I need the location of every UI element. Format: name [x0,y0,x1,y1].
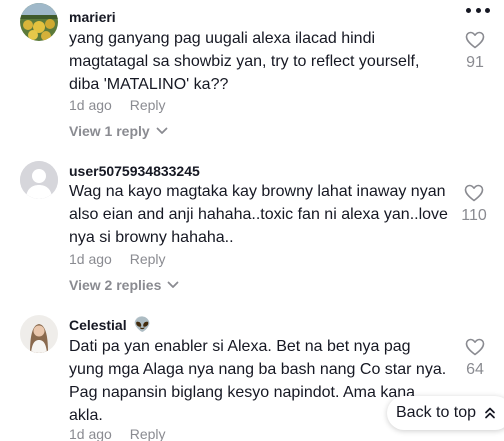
like-button[interactable]: 110 [458,184,490,225]
view-replies-button[interactable]: View 1 reply [69,123,168,139]
comment-time: 1d ago [69,251,112,267]
like-count: 91 [466,54,484,71]
comment-meta: 1d ago Reply [69,426,166,441]
avatar[interactable] [20,161,58,199]
reply-button[interactable]: Reply [130,426,166,441]
heart-outline-icon [465,31,485,49]
view-replies-label: View 2 replies [69,277,162,293]
more-options-icon[interactable] [466,6,490,14]
comment-text: yang ganyang pag uugali alexa ilacad hin… [69,30,420,93]
like-button[interactable]: 91 [460,31,490,72]
reply-button[interactable]: Reply [130,251,166,267]
like-button[interactable]: 64 [460,338,490,379]
comment-meta: 1d ago Reply [69,251,166,267]
reply-button[interactable]: Reply [130,97,166,113]
comment-meta: 1d ago Reply [69,97,166,113]
comment-username[interactable]: Celestial 👽 [69,316,151,333]
alien-emoji-icon: 👽 [133,316,152,332]
view-replies-button[interactable]: View 2 replies [69,277,179,293]
comment-username[interactable]: marieri [69,9,116,25]
comment-username-text: Celestial [69,316,127,333]
back-to-top-label: Back to top [396,404,477,421]
comment-text: Wag na kayo magtaka kay browny lahat ina… [69,183,448,246]
like-count: 110 [461,207,487,224]
chevron-down-icon [156,127,168,134]
avatar[interactable] [20,315,58,353]
view-replies-label: View 1 reply [69,123,150,139]
chevron-down-icon [167,281,179,288]
back-to-top-button[interactable]: Back to top [387,396,504,430]
heart-outline-icon [464,184,484,202]
avatar[interactable] [20,3,58,41]
chevron-double-up-icon [485,407,495,419]
like-count: 64 [466,361,484,378]
heart-outline-icon [465,338,485,356]
comment-time: 1d ago [69,97,112,113]
comment-time: 1d ago [69,426,112,441]
comment-username[interactable]: user5075934833245 [69,163,200,179]
